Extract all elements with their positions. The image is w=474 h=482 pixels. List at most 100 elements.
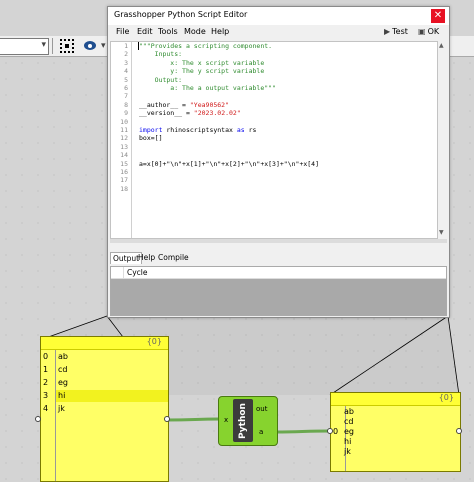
output-display-panel[interactable]: {0} 0 ab cd eg hi jk (330, 392, 461, 472)
output-column-header[interactable]: Cycle (127, 268, 148, 277)
output-body (111, 279, 446, 315)
test-label: Test (392, 27, 408, 36)
code-line: import rhinoscriptsyntax as rs (139, 126, 256, 134)
panel-path: {0} (146, 337, 162, 346)
window-title: Grasshopper Python Script Editor (114, 10, 248, 19)
code-line: a=x[0]+"\n"+x[1]+"\n"+x[2]+"\n"+x[3]+"\n… (139, 159, 320, 168)
line-number: 14 (120, 151, 128, 160)
line-number: 11 (120, 126, 128, 134)
title-bar[interactable]: Grasshopper Python Script Editor ✕ (108, 7, 449, 25)
code-token: as (236, 126, 245, 134)
play-icon: ▶ (384, 27, 391, 36)
list-item: eg (344, 427, 354, 436)
list-item: cd (58, 365, 68, 374)
line-number: 4 (124, 67, 128, 76)
row-index: 4 (43, 404, 49, 413)
component-body: Python (233, 399, 253, 442)
line-number: 5 (124, 75, 128, 84)
menu-tools[interactable]: Tools (158, 27, 178, 36)
input-x-port[interactable]: x (224, 416, 228, 424)
code-line: __version__ = "2023.02.02" (139, 109, 241, 117)
row-highlight (56, 390, 168, 402)
list-item: jk (344, 447, 351, 456)
output-tabs: Output Help Compile (110, 252, 446, 266)
test-button[interactable]: ▶ Test (384, 27, 408, 36)
panel-output-grip[interactable] (164, 416, 170, 422)
row-index: 0 (333, 427, 339, 436)
line-number: 3 (124, 58, 128, 67)
panel-input-grip[interactable] (327, 428, 333, 434)
tab-help[interactable]: Help (136, 252, 157, 264)
code-line: a: The a output variable""" (139, 84, 276, 92)
row-index: 3 (43, 391, 49, 400)
list-item: hi (58, 391, 66, 400)
tab-compile[interactable]: Compile (156, 252, 191, 264)
row-index: 1 (43, 365, 49, 374)
line-number: 7 (124, 92, 128, 101)
line-number: 8 (124, 100, 128, 109)
scroll-up-icon[interactable]: ▲ (439, 42, 444, 49)
list-item: ab (344, 407, 354, 416)
code-token: __author__ = (139, 100, 190, 109)
ok-button[interactable]: ▣ OK (418, 27, 439, 36)
code-token: import (139, 126, 163, 134)
scroll-down-icon[interactable]: ▼ (439, 229, 444, 236)
ok-label: OK (427, 27, 440, 36)
component-label: Python (238, 403, 248, 439)
menu-help[interactable]: Help (211, 27, 229, 36)
list-item: eg (58, 378, 68, 387)
code-line: Inputs: (139, 50, 183, 59)
menu-edit[interactable]: Edit (137, 27, 153, 36)
index-divider (55, 350, 56, 481)
menu-file[interactable]: File (116, 27, 129, 36)
row-index: 0 (43, 352, 49, 361)
code-token: rs (244, 126, 257, 134)
line-number: 15 (120, 159, 128, 168)
close-button[interactable]: ✕ (431, 9, 445, 23)
code-token: "2023.02.02" (193, 109, 241, 118)
python-component[interactable]: x Python out a (218, 396, 278, 446)
line-number-gutter: 1 2 3 4 5 6 7 8 9 10 11 12 13 14 15 16 17 18 (111, 42, 132, 238)
code-line: x: The x script variable (139, 58, 265, 67)
list-item: ab (58, 352, 68, 361)
line-number: 17 (120, 176, 128, 185)
menu-mode[interactable]: Mode (184, 27, 206, 36)
output-panel[interactable]: Cycle (110, 266, 447, 316)
line-number: 18 (120, 184, 128, 193)
output-out-port[interactable]: out (256, 405, 267, 413)
script-editor-window[interactable]: Grasshopper Python Script Editor ✕ File … (107, 6, 450, 318)
list-item: hi (344, 437, 352, 446)
line-number: 1 (124, 42, 128, 50)
code-line: Output: (139, 75, 183, 84)
output-header-corner (111, 267, 124, 278)
code-token: "Yea90562" (189, 100, 230, 109)
code-line: __author__ = "Yea90562" (139, 101, 229, 109)
input-panel[interactable]: {0} 0 1 2 3 4 ab cd eg hi jk (40, 336, 169, 482)
panel-input-grip[interactable] (35, 416, 41, 422)
menu-bar: File Edit Tools Mode Help ▶ Test ▣ OK (108, 25, 449, 41)
code-token: __version__ = (139, 109, 194, 118)
code-editor[interactable]: 1 2 3 4 5 6 7 8 9 10 11 12 13 14 15 16 17 18 """Provides … (110, 41, 438, 239)
output-header: Cycle (111, 267, 446, 279)
line-number: 2 (124, 50, 128, 59)
save-icon: ▣ (418, 27, 426, 36)
row-index: 2 (43, 378, 49, 387)
output-a-port[interactable]: a (259, 428, 263, 436)
line-number: 10 (120, 117, 128, 126)
list-item: jk (58, 404, 65, 413)
code-line: y: The y script variable (139, 67, 265, 76)
panel-header: {0} (331, 393, 460, 406)
vertical-scrollbar[interactable]: ▲ ▼ (438, 41, 447, 237)
line-number: 16 (120, 168, 128, 176)
code-line: box=[] (139, 134, 163, 143)
code-token: rhinoscriptsyntax (162, 126, 237, 134)
list-item: cd (344, 417, 354, 426)
line-number: 13 (120, 142, 128, 151)
panel-output-grip[interactable] (456, 428, 462, 434)
line-number: 12 (120, 134, 128, 143)
code-line: """Provides a scripting component. (139, 42, 273, 50)
line-number: 9 (124, 109, 128, 118)
splitter[interactable] (110, 239, 447, 243)
panel-header: {0} (41, 337, 168, 350)
line-number: 6 (124, 84, 128, 92)
